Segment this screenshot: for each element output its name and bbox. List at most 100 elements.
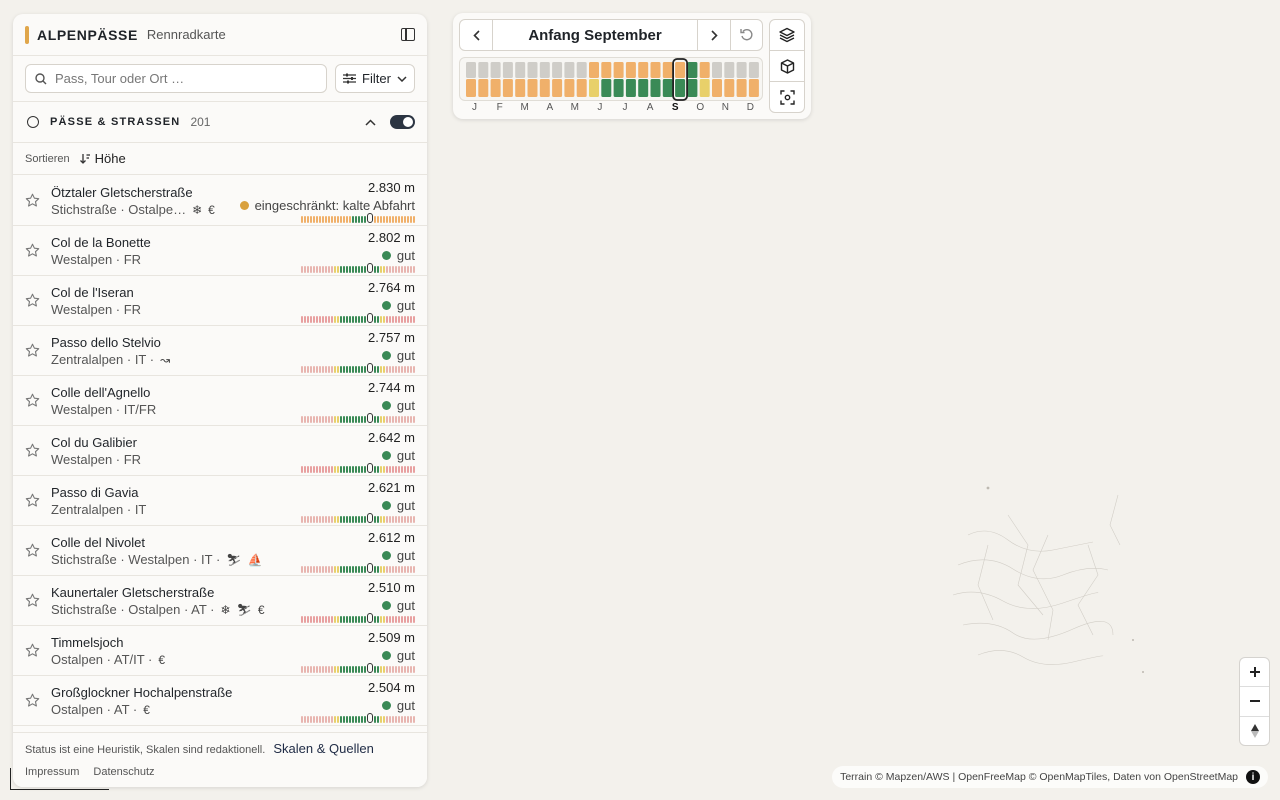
season-bar-bottom[interactable]: [601, 79, 612, 97]
season-bar-top[interactable]: [724, 62, 735, 78]
chevron-up-icon[interactable]: [365, 118, 376, 126]
mini-bar-slot: [352, 616, 354, 623]
favorite-star-icon[interactable]: [25, 343, 40, 358]
list-item[interactable]: Col du Galibier Westalpen · FR 2.642 m g…: [13, 426, 427, 476]
season-bar-top[interactable]: [748, 62, 759, 78]
favorite-star-icon[interactable]: [25, 693, 40, 708]
season-bar-bottom[interactable]: [748, 79, 759, 97]
mini-bar-slot: [325, 366, 327, 373]
season-bar-top[interactable]: [601, 62, 612, 78]
season-bar-top[interactable]: [687, 62, 698, 78]
pass-name: Passo di Gavia: [51, 485, 139, 500]
season-bar-top[interactable]: [662, 62, 673, 78]
list-item[interactable]: Colle del Nivolet Stichstraße · Westalpe…: [13, 526, 427, 576]
season-bar-top[interactable]: [675, 62, 686, 78]
list-item[interactable]: Passo dello Stelvio Zentralalpen · IT · ↝…: [13, 326, 427, 376]
season-bar-bottom[interactable]: [736, 79, 747, 97]
favorite-star-icon[interactable]: [25, 593, 40, 608]
zoom-out-button[interactable]: [1240, 686, 1269, 715]
next-period-button[interactable]: [698, 20, 730, 50]
season-bar-top[interactable]: [589, 62, 599, 78]
season-bar-bottom[interactable]: [699, 79, 710, 97]
mini-bar-slot: [392, 516, 394, 523]
season-bar-top[interactable]: [478, 62, 489, 78]
mini-bar-slot: [343, 266, 345, 273]
favorite-star-icon[interactable]: [25, 243, 40, 258]
layers-button[interactable]: [770, 20, 804, 50]
season-bar-top[interactable]: [539, 62, 550, 78]
season-bar-bottom[interactable]: [539, 79, 550, 97]
mini-bar-slot: [404, 516, 406, 523]
locate-button[interactable]: [770, 81, 804, 112]
list-item[interactable]: Großglockner Hochalpenstraße Ostalpen · …: [13, 676, 427, 726]
season-bar-bottom[interactable]: [589, 79, 599, 97]
list-item[interactable]: Passo di Gavia Zentralalpen · IT 2.621 m…: [13, 476, 427, 526]
season-bar-top[interactable]: [490, 62, 501, 78]
list-item[interactable]: Kaunertaler Gletscherstraße Stichstraße …: [13, 576, 427, 626]
mini-bar-slot: [316, 716, 318, 723]
favorite-star-icon[interactable]: [25, 643, 40, 658]
season-bar-bottom[interactable]: [675, 79, 686, 97]
zoom-in-button[interactable]: [1240, 658, 1269, 686]
season-bar-bottom[interactable]: [466, 79, 476, 97]
season-bar-bottom[interactable]: [662, 79, 673, 97]
reset-date-button[interactable]: [730, 20, 762, 50]
list-item[interactable]: Ötztaler Gletscherstraße Stichstraße · O…: [13, 176, 427, 226]
season-bar-bottom[interactable]: [712, 79, 722, 97]
season-bar-top[interactable]: [564, 62, 575, 78]
season-bar-top[interactable]: [466, 62, 476, 78]
previous-period-button[interactable]: [460, 20, 492, 50]
section-header-passes[interactable]: PÄSSE & STRASSEN 201: [13, 102, 427, 143]
season-bar-bottom[interactable]: [613, 79, 624, 97]
sources-link[interactable]: Skalen & Quellen: [273, 741, 373, 756]
season-bar-bottom[interactable]: [687, 79, 698, 97]
season-bar-bottom[interactable]: [650, 79, 661, 97]
season-bar-bottom[interactable]: [527, 79, 538, 97]
season-bar-bottom[interactable]: [625, 79, 636, 97]
season-bar-top[interactable]: [650, 62, 661, 78]
list-item[interactable]: Col de l'Iseran Westalpen · FR 2.764 m g…: [13, 276, 427, 326]
season-bar-top[interactable]: [613, 62, 624, 78]
season-bar-top[interactable]: [502, 62, 513, 78]
filter-button[interactable]: Filter: [335, 64, 415, 93]
mini-bar-slot: [313, 366, 315, 373]
sort-button[interactable]: Höhe: [79, 151, 126, 166]
reset-north-button[interactable]: [1240, 715, 1269, 745]
season-bar-bottom[interactable]: [638, 79, 649, 97]
season-bar-bottom[interactable]: [552, 79, 563, 97]
season-bar-bottom[interactable]: [515, 79, 526, 97]
search-input[interactable]: [55, 71, 317, 86]
season-bar-top[interactable]: [625, 62, 636, 78]
attribution-text[interactable]: Terrain © Mapzen/AWS | OpenFreeMap © Ope…: [840, 771, 1238, 783]
favorite-star-icon[interactable]: [25, 193, 40, 208]
season-bar-bottom[interactable]: [502, 79, 513, 97]
list-item[interactable]: Colle dell'Agnello Westalpen · IT/FR 2.7…: [13, 376, 427, 426]
mini-bar-slot: [334, 366, 336, 373]
season-bar-bottom[interactable]: [490, 79, 501, 97]
season-bar-top[interactable]: [527, 62, 538, 78]
mini-bar-slot: [398, 566, 400, 573]
favorite-star-icon[interactable]: [25, 543, 40, 558]
list-item[interactable]: Timmelsjoch Ostalpen · AT/IT · € 2.509 m …: [13, 626, 427, 676]
info-icon[interactable]: i: [1246, 770, 1260, 784]
season-bar-bottom[interactable]: [724, 79, 735, 97]
list-item[interactable]: Col de la Bonette Westalpen · FR 2.802 m…: [13, 226, 427, 276]
season-bar-bottom[interactable]: [478, 79, 489, 97]
3d-view-button[interactable]: [770, 50, 804, 81]
season-bar-bottom[interactable]: [576, 79, 587, 97]
season-bar-top[interactable]: [552, 62, 563, 78]
season-bar-bottom[interactable]: [564, 79, 575, 97]
season-bars[interactable]: [459, 57, 763, 101]
season-bar-top[interactable]: [576, 62, 587, 78]
season-bar-top[interactable]: [638, 62, 649, 78]
season-bar-top[interactable]: [712, 62, 722, 78]
collapse-sidebar-icon[interactable]: [401, 28, 415, 41]
section-toggle[interactable]: [390, 115, 415, 129]
favorite-star-icon[interactable]: [25, 393, 40, 408]
favorite-star-icon[interactable]: [25, 443, 40, 458]
season-bar-top[interactable]: [515, 62, 526, 78]
favorite-star-icon[interactable]: [25, 293, 40, 308]
season-bar-top[interactable]: [736, 62, 747, 78]
favorite-star-icon[interactable]: [25, 493, 40, 508]
season-bar-top[interactable]: [699, 62, 710, 78]
